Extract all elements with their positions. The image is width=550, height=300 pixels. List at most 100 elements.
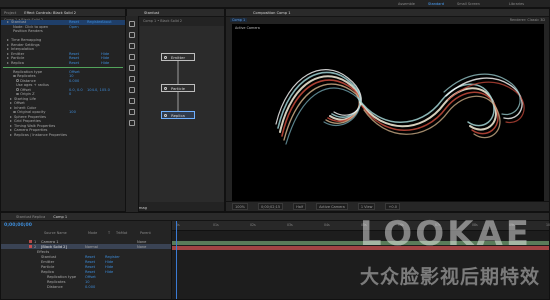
composition-viewer[interactable]: Active Camera [232,24,544,201]
col-source-name[interactable]: Source Name [44,231,67,235]
timeline-property-value[interactable]: Hide [105,260,113,264]
disclosure-triangle-icon[interactable] [10,115,12,118]
light-tool-icon[interactable] [129,98,135,104]
timeline-property-value[interactable]: Reset [85,260,95,264]
layer-color-label[interactable] [29,245,32,248]
exposure-value[interactable]: +0.0 [385,203,400,210]
col-trkmat[interactable]: TrkMat [116,231,127,235]
disclosure-triangle-icon[interactable] [10,133,12,136]
tab-comp-1[interactable]: Comp 1 [53,215,67,219]
timeline-property-label: Stardust [41,254,57,259]
timeline-property-value[interactable]: Register [105,255,120,259]
replica-tool-icon[interactable] [129,54,135,60]
workspace-assemble[interactable]: Assemble [398,2,415,6]
stopwatch-icon[interactable] [16,88,19,91]
layer-name[interactable]: [Black Solid 2] [41,245,67,249]
node-replica-label: Replica [171,112,185,118]
replica-node-icon [164,114,167,117]
layer-number: 2 [34,244,37,249]
disclosure-triangle-icon[interactable] [10,120,12,123]
disclosure-triangle-icon[interactable] [10,129,12,132]
disclosure-triangle-icon[interactable] [10,124,12,127]
stopwatch-icon[interactable] [16,92,19,96]
col-mode[interactable]: Mode [88,231,97,235]
timeline-property-value[interactable]: 10 [85,280,90,284]
watermark-chinese-text: 大众脸影视后期特效 [359,266,540,288]
timeline-property-value[interactable]: Reset [85,270,95,274]
node-particle-label: Particle [170,85,186,91]
timeline-property-value[interactable]: Hide [105,265,113,269]
col-parent[interactable]: Parent [140,231,151,235]
select-tool-icon[interactable] [129,21,135,27]
resolution-dropdown[interactable]: Half [293,203,307,210]
camera-dropdown[interactable]: Active Camera [316,203,348,210]
tab-stardust[interactable]: Stardust [144,11,159,15]
disclosure-triangle-icon[interactable] [7,39,9,42]
comp-panel-tabs: Composition Comp 1 [226,9,549,17]
disclosure-triangle-icon[interactable] [7,57,9,60]
views-dropdown[interactable]: 1 View [357,203,376,210]
shape-tool-icon[interactable] [129,76,135,82]
time-ruler-tick: 01s [213,223,219,227]
stardust-node-panel: Stardust Comp 1 • Black Solid 2 Emitter … [126,8,225,212]
timeline-property-value[interactable]: Reset [85,265,95,269]
timeline-property-label: Particle [41,264,55,269]
timeline-property-label: Emitter [41,259,55,264]
particle-node-icon [164,87,167,90]
timeline-layers: 1 Camera 1 None 2 [Black Solid 2] Normal None E… [1,239,171,289]
tab-project[interactable]: Project [4,11,16,15]
disclosure-triangle-icon[interactable] [10,97,12,100]
tab-stardust-replica[interactable]: Stardust Replica [16,215,45,219]
disclosure-triangle-icon[interactable] [7,61,9,64]
emitter-tool-icon[interactable] [129,32,135,38]
node-replica[interactable]: Replica [161,111,195,119]
divider [3,67,123,68]
timeline-layer-list: 0;00;00;00 Source Name Mode T TrkMat Par… [1,221,172,299]
disclosure-triangle-icon[interactable] [10,102,12,105]
timeline-property-value[interactable]: Reset [85,255,95,259]
timeline-timecode[interactable]: 0;00;00;00 [4,223,32,228]
timeline-property-label: Distance [47,284,63,289]
disclosure-triangle-icon[interactable] [7,43,9,46]
renderer-label[interactable]: Renderer: Classic 3D [510,18,545,22]
timeline-property-value[interactable]: 0.000 [85,285,95,289]
model-tool-icon[interactable] [129,109,135,115]
current-time[interactable]: 0;00;02;15 [258,203,284,210]
force-tool-icon[interactable] [129,65,135,71]
layer-name[interactable]: Camera 1 [41,240,59,244]
comp-subtab[interactable]: Comp 1 [230,18,248,22]
disclosure-triangle-icon[interactable] [7,21,9,24]
effect-group-row[interactable]: Replicas / Instance Properties [1,133,125,138]
layer-parent[interactable]: None [137,245,146,249]
camera-tool-icon[interactable] [129,87,135,93]
tab-composition[interactable]: Composition Comp 1 [253,11,291,15]
settings-tool-icon[interactable] [129,120,135,126]
layer-parent[interactable]: None [137,240,146,244]
particle-tool-icon[interactable] [129,43,135,49]
zoom-dropdown[interactable]: 100% [232,203,249,210]
disclosure-triangle-icon[interactable] [7,52,9,55]
playhead[interactable] [176,221,177,299]
stopwatch-icon[interactable] [16,79,19,82]
disclosure-triangle-icon[interactable] [7,48,9,51]
workspace-standard[interactable]: Standard [428,2,444,6]
node-breadcrumb: Comp 1 • Black Solid 2 [143,19,183,23]
effect-property-name: Replicas / Instance Properties [14,132,67,137]
stopwatch-icon[interactable] [13,110,16,114]
col-t[interactable]: T [108,231,110,235]
timeline-property-value[interactable]: Offset [85,275,96,279]
layer-mode[interactable]: Normal [85,245,98,249]
node-particle[interactable]: Particle [161,84,195,92]
workspace-bar: Assemble Standard Small Screen Libraries [0,0,550,8]
stopwatch-icon[interactable] [13,74,16,78]
emitter-node-icon [164,56,167,59]
layer-color-label[interactable] [29,240,32,243]
tab-effect-controls[interactable]: Effect Controls: Black Solid 2 [24,11,76,15]
node-graph-canvas[interactable]: Emitter Particle Replica [140,26,224,202]
disclosure-triangle-icon[interactable] [10,106,12,109]
workspace-libraries[interactable]: Libraries [509,2,524,6]
workspace-small-screen[interactable]: Small Screen [457,2,480,6]
timeline-property-value[interactable]: Hide [105,270,113,274]
node-emitter[interactable]: Emitter [161,53,195,61]
timeline-property-row[interactable]: Distance 0.000 [1,284,171,289]
